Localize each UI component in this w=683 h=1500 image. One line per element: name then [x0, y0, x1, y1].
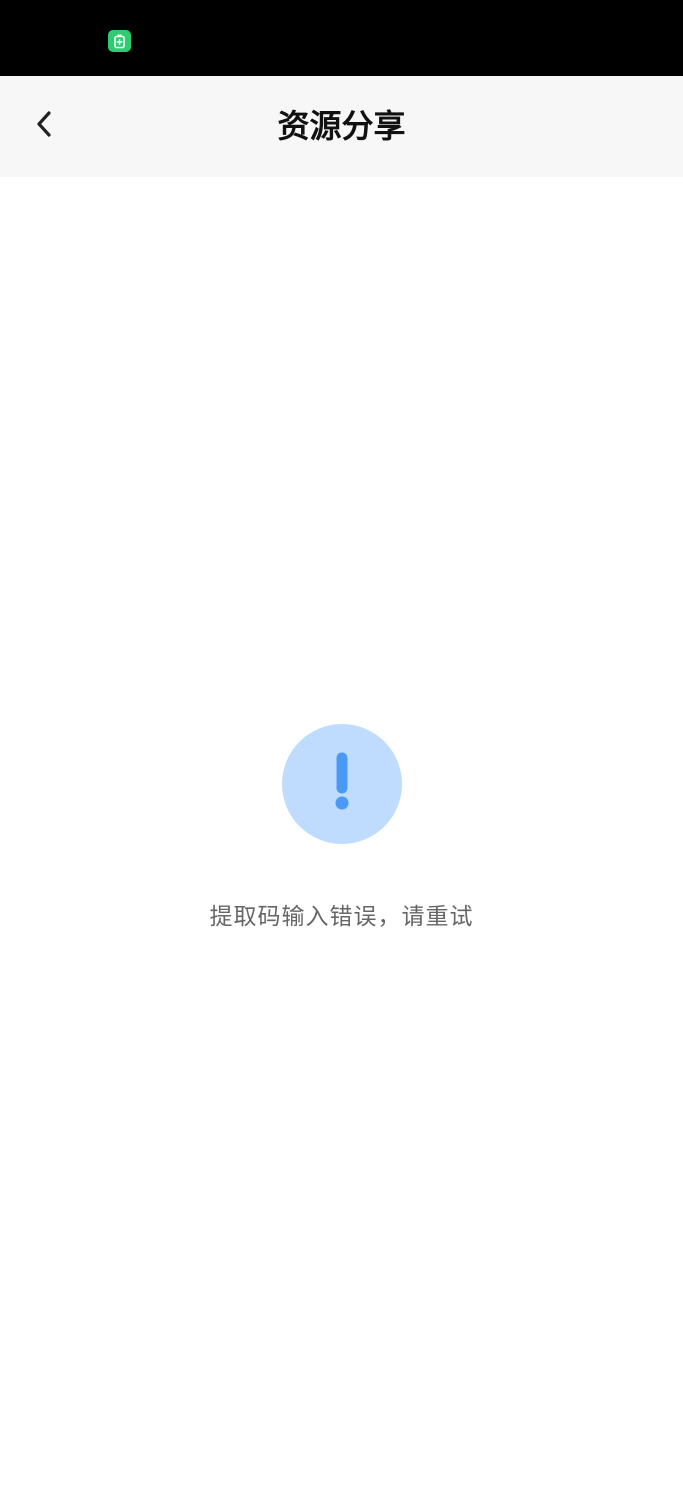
battery-saver-icon — [108, 30, 131, 52]
chevron-left-icon — [34, 109, 54, 143]
main-content: 提取码输入错误，请重试 — [0, 177, 683, 1500]
back-button[interactable] — [20, 98, 68, 154]
status-bar — [0, 0, 683, 76]
nav-bar: 资源分享 — [0, 76, 683, 177]
page-title: 资源分享 — [277, 107, 406, 145]
exclamation-icon — [332, 752, 352, 816]
screen: 资源分享 提取码输入错误，请重试 — [0, 0, 683, 1500]
error-indicator — [282, 724, 402, 844]
error-message: 提取码输入错误，请重试 — [209, 904, 474, 930]
